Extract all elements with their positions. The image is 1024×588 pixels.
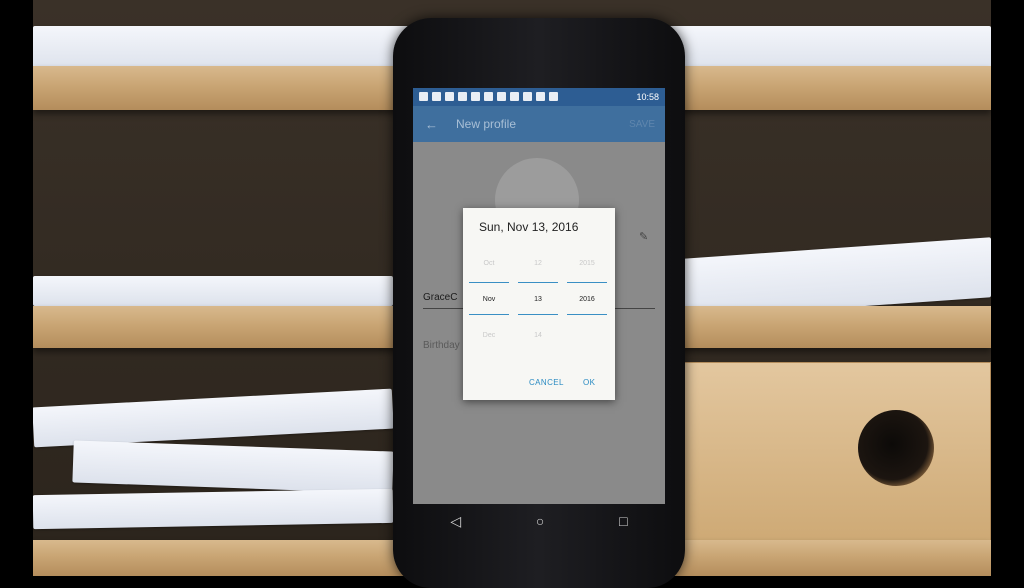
picker-month-selected[interactable]: Nov: [469, 296, 509, 303]
birthday-label[interactable]: Birthday: [423, 340, 460, 351]
paper-stack-bottom-3: [33, 488, 394, 530]
picker-day-next[interactable]: 14: [518, 332, 558, 339]
notification-icon: [523, 92, 532, 101]
notification-icon: [510, 92, 519, 101]
notification-icon: [497, 92, 506, 101]
picker-line: [469, 282, 509, 283]
name-field-value[interactable]: GraceC: [423, 292, 457, 303]
notification-icons: [419, 92, 558, 101]
app-bar-title: New profile: [456, 117, 517, 131]
picker-line: [518, 314, 558, 315]
notification-icon: [458, 92, 467, 101]
status-bar: 10:58: [413, 88, 665, 106]
picker-month-next[interactable]: Dec: [469, 332, 509, 339]
notification-icon: [445, 92, 454, 101]
picker-year-prev[interactable]: 2015: [567, 260, 607, 267]
notification-icon: [484, 92, 493, 101]
paper-stack-middle: [33, 276, 393, 306]
picker-line: [469, 314, 509, 315]
notification-icon: [471, 92, 480, 101]
pencil-icon[interactable]: ✎: [639, 230, 648, 243]
picker-day-selected[interactable]: 13: [518, 296, 558, 303]
wooden-drawer: [683, 362, 991, 550]
app-bar: ← New profile SAVE: [413, 106, 665, 142]
drawer-hole: [858, 410, 934, 486]
paper-stack-bottom-2: [72, 440, 394, 494]
back-nav-icon[interactable]: ◁: [450, 513, 461, 530]
home-nav-icon[interactable]: ○: [536, 513, 544, 529]
picker-line: [567, 314, 607, 315]
picker-line: [567, 282, 607, 283]
navigation-bar: ◁ ○ □: [413, 504, 665, 538]
notification-icon: [419, 92, 428, 101]
ok-button[interactable]: OK: [583, 378, 595, 387]
notification-icon: [536, 92, 545, 101]
arrow-back-icon[interactable]: ←: [425, 117, 438, 132]
date-picker-dialog: Sun, Nov 13, 2016 Oct Nov Dec 12 13 14 2…: [463, 208, 615, 400]
picker-month-prev[interactable]: Oct: [469, 260, 509, 267]
notification-icon: [432, 92, 441, 101]
save-action-button[interactable]: SAVE: [629, 119, 655, 130]
recents-nav-icon[interactable]: □: [619, 513, 627, 529]
picker-year-selected[interactable]: 2016: [567, 296, 607, 303]
paper-stack-bottom-1: [33, 388, 394, 448]
phone-screen: 10:58 ← New profile SAVE ✎ GraceC Birthd…: [413, 88, 665, 504]
notification-icon: [549, 92, 558, 101]
picker-day-prev[interactable]: 12: [518, 260, 558, 267]
cancel-button[interactable]: CANCEL: [529, 378, 564, 387]
smartphone: 10:58 ← New profile SAVE ✎ GraceC Birthd…: [393, 18, 685, 588]
selected-date-header: Sun, Nov 13, 2016: [479, 220, 579, 234]
picker-line: [518, 282, 558, 283]
status-time: 10:58: [636, 92, 659, 102]
